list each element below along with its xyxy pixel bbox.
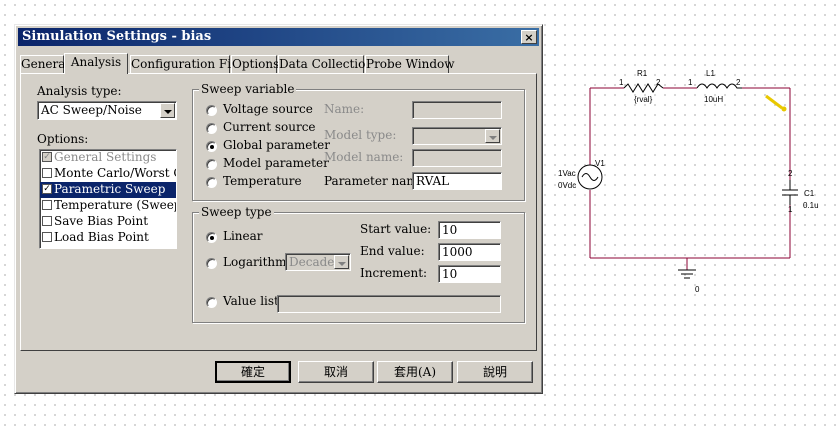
help-button[interactable]: 說明: [457, 361, 533, 383]
start-value-label: Start value:: [360, 222, 432, 236]
value-list-field[interactable]: [277, 295, 501, 313]
analysis-type-select[interactable]: AC Sweep/Noise: [37, 101, 177, 120]
radio-global-parameter[interactable]: [206, 141, 217, 152]
model-type-select[interactable]: [412, 127, 502, 145]
voltage-source-label: Voltage source: [223, 102, 313, 116]
pin-label: 1: [688, 78, 693, 87]
model-parameter-label: Model parameter: [223, 156, 329, 170]
v1-ac: 1Vac: [558, 169, 576, 178]
sweep-type-title: Sweep type: [199, 205, 274, 219]
increment-field[interactable]: 10: [438, 265, 501, 283]
ok-button[interactable]: 確定: [215, 361, 291, 383]
cancel-button[interactable]: 取消: [298, 361, 374, 383]
capacitor-symbol[interactable]: [782, 180, 798, 205]
options-label: Options:: [37, 132, 89, 146]
option-label: Parametric Sweep: [54, 182, 166, 196]
global-parameter-label: Global parameter: [223, 138, 331, 152]
tab-probe-window[interactable]: Probe Window: [365, 55, 455, 73]
option-label: Temperature (Sweep): [54, 198, 177, 212]
current-source-label: Current source: [223, 120, 316, 134]
option-monte-carlo[interactable]: Monte Carlo/Worst Case: [40, 166, 176, 182]
option-label: Load Bias Point: [54, 230, 149, 244]
radio-logarithmic[interactable]: [206, 258, 217, 269]
radio-voltage-source[interactable]: [206, 105, 217, 116]
v1-ref: V1: [595, 159, 605, 168]
radio-temperature[interactable]: [206, 177, 217, 188]
tab-options[interactable]: Options: [231, 55, 279, 73]
parameter-name-field[interactable]: RVAL: [412, 172, 502, 190]
chevron-down-icon[interactable]: [485, 129, 500, 143]
value-list-label: Value list: [223, 294, 279, 308]
option-temperature-sweep[interactable]: Temperature (Sweep): [40, 198, 176, 214]
checkbox-icon[interactable]: [42, 200, 52, 210]
model-name-label: Model name:: [324, 150, 404, 164]
c1-ref: C1: [804, 189, 815, 198]
option-label: General Settings: [54, 150, 157, 164]
linear-label: Linear: [223, 229, 263, 243]
pin-label: 1: [619, 78, 624, 87]
circuit-schematic: R1 {rval} 1 2 L1 10uH 1 2 C1 0.1u 2 1 V1…: [558, 69, 819, 294]
pin-label: 2: [736, 78, 741, 87]
close-button[interactable]: ×: [521, 30, 537, 44]
r1-value: {rval}: [634, 95, 653, 104]
radio-linear[interactable]: [206, 232, 217, 243]
simulation-settings-dialog: Simulation Settings - bias × General Ana…: [14, 24, 543, 394]
radio-value-list[interactable]: [206, 297, 217, 308]
temperature-label: Temperature: [223, 174, 302, 188]
end-value-field[interactable]: 1000: [438, 243, 501, 261]
tab-configuration-files[interactable]: Configuration Files: [130, 55, 248, 73]
ac-source-symbol[interactable]: [577, 164, 603, 190]
start-value-field[interactable]: 10: [438, 221, 501, 239]
option-load-bias-point[interactable]: Load Bias Point: [40, 230, 176, 246]
radio-current-source[interactable]: [206, 123, 217, 134]
option-label: Save Bias Point: [54, 214, 149, 228]
radio-model-parameter[interactable]: [206, 159, 217, 170]
ground-symbol: [678, 269, 696, 279]
name-field[interactable]: [412, 101, 502, 119]
end-value-label: End value:: [360, 244, 425, 258]
l1-value: 10uH: [704, 95, 723, 104]
model-name-field[interactable]: [412, 149, 502, 167]
tab-analysis[interactable]: Analysis: [64, 53, 128, 74]
option-parametric-sweep[interactable]: ✓ Parametric Sweep: [40, 182, 176, 198]
checkbox-icon[interactable]: [42, 168, 52, 178]
option-label: Monte Carlo/Worst Case: [54, 166, 176, 180]
v1-dc: 0Vdc: [558, 181, 576, 190]
wires: [589, 87, 791, 270]
chevron-down-icon[interactable]: [160, 103, 175, 118]
ground-label: 0: [695, 285, 700, 294]
log-scale-value: Decade: [289, 255, 335, 269]
option-general-settings[interactable]: ✓ General Settings: [40, 150, 176, 166]
l1-ref: L1: [706, 69, 715, 78]
dialog-title-bar[interactable]: Simulation Settings - bias ×: [18, 28, 539, 46]
sweep-variable-title: Sweep variable: [199, 82, 297, 96]
apply-button[interactable]: 套用(A): [377, 361, 453, 383]
checkbox-checked-icon[interactable]: ✓: [42, 184, 52, 194]
increment-label: Increment:: [360, 266, 428, 280]
c1-value: 0.1u: [803, 201, 819, 210]
options-listbox[interactable]: ✓ General Settings Monte Carlo/Worst Cas…: [39, 149, 177, 249]
dialog-title: Simulation Settings - bias: [22, 29, 212, 44]
chevron-down-icon[interactable]: [334, 255, 349, 269]
option-save-bias-point[interactable]: Save Bias Point: [40, 214, 176, 230]
checkbox-icon[interactable]: [42, 232, 52, 242]
pin-label: 2: [788, 169, 793, 178]
r1-ref: R1: [637, 69, 648, 78]
checkbox-checked-icon[interactable]: ✓: [42, 152, 52, 162]
tab-data-collection[interactable]: Data Collection: [278, 55, 373, 73]
analysis-type-label: Analysis type:: [37, 84, 122, 98]
model-type-label: Model type:: [324, 128, 397, 142]
tab-general[interactable]: General: [20, 55, 69, 73]
checkbox-icon[interactable]: [42, 216, 52, 226]
name-label: Name:: [324, 102, 365, 116]
pin-label: 1: [788, 205, 793, 214]
voltage-probe-icon[interactable]: [765, 94, 787, 112]
log-scale-select[interactable]: Decade: [285, 253, 351, 271]
pin-label: 2: [656, 78, 661, 87]
analysis-type-value: AC Sweep/Noise: [41, 103, 142, 117]
